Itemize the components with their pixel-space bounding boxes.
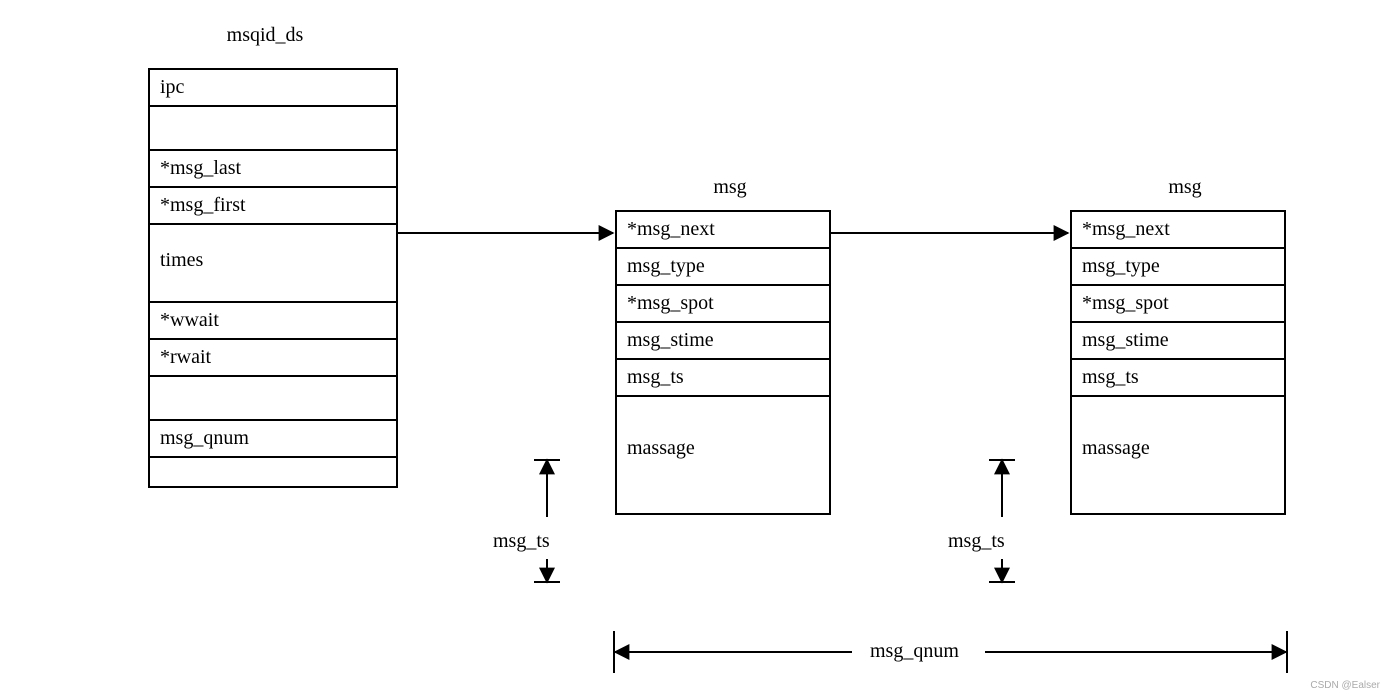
msg2-struct: *msg_next msg_type *msg_spot msg_stime m… xyxy=(1070,210,1286,515)
msqid-ds-struct: ipc *msg_last *msg_first times *wwait *r… xyxy=(148,68,398,488)
msg2-row-msg-spot: *msg_spot xyxy=(1072,286,1284,323)
msg-ts-label-2: msg_ts xyxy=(948,530,1005,553)
msqid-row-blank1 xyxy=(150,107,396,151)
msg2-row-massage: massage xyxy=(1072,397,1284,513)
msg2-title: msg xyxy=(1145,176,1225,199)
msg2-row-msg-next: *msg_next xyxy=(1072,212,1284,249)
msg1-row-msg-spot: *msg_spot xyxy=(617,286,829,323)
msg2-row-msg-ts: msg_ts xyxy=(1072,360,1284,397)
msg2-row-msg-stime: msg_stime xyxy=(1072,323,1284,360)
msg-qnum-label: msg_qnum xyxy=(870,640,959,663)
msqid-row-blank2 xyxy=(150,377,396,421)
watermark: CSDN @Ealser xyxy=(1310,680,1380,691)
msg1-struct: *msg_next msg_type *msg_spot msg_stime m… xyxy=(615,210,831,515)
msqid-row-rwait: *rwait xyxy=(150,340,396,377)
msg1-title: msg xyxy=(690,176,770,199)
msqid-row-msg-first: *msg_first xyxy=(150,188,396,225)
msg2-row-msg-type: msg_type xyxy=(1072,249,1284,286)
msqid-row-wwait: *wwait xyxy=(150,303,396,340)
msg1-row-msg-type: msg_type xyxy=(617,249,829,286)
msg1-row-msg-ts: msg_ts xyxy=(617,360,829,397)
msqid-row-msg-last: *msg_last xyxy=(150,151,396,188)
msqid-ds-title: msqid_ds xyxy=(195,24,335,47)
msqid-row-blank3 xyxy=(150,458,396,486)
msqid-row-ipc: ipc xyxy=(150,70,396,107)
msg1-row-msg-stime: msg_stime xyxy=(617,323,829,360)
msg1-row-msg-next: *msg_next xyxy=(617,212,829,249)
msg-ts-label-1: msg_ts xyxy=(493,530,550,553)
msg1-row-massage: massage xyxy=(617,397,829,513)
msqid-row-msg-qnum: msg_qnum xyxy=(150,421,396,458)
msqid-row-times: times xyxy=(150,225,396,303)
